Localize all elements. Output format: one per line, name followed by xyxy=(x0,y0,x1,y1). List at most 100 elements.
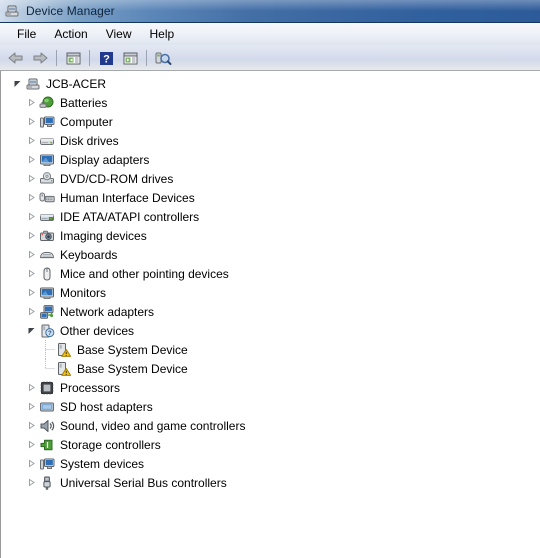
tree-item-imaging-devices[interactable]: Imaging devices xyxy=(1,226,540,245)
tree-item-label: Disk drives xyxy=(60,133,119,148)
chevron-collapsed-icon[interactable] xyxy=(23,169,39,188)
show-hide-console-tree-icon[interactable] xyxy=(61,47,85,69)
tree-item-dvd-cdrom-drives[interactable]: DVD/CD-ROM drives xyxy=(1,169,540,188)
display-adapter-icon xyxy=(39,152,55,168)
tree-item-label: Display adapters xyxy=(60,152,150,167)
tree-item-keyboards[interactable]: Keyboards xyxy=(1,245,540,264)
tree-item-label: Other devices xyxy=(60,323,135,338)
tree-connector xyxy=(45,340,56,359)
tree-item-sd-host-adapters[interactable]: SD host adapters xyxy=(1,397,540,416)
chevron-collapsed-icon[interactable] xyxy=(23,283,39,302)
tree-item-label: Keyboards xyxy=(60,247,118,262)
toolbar-separator xyxy=(146,49,147,66)
chevron-collapsed-icon[interactable] xyxy=(23,93,39,112)
tree-item-mice-and-other-pointing-devices[interactable]: Mice and other pointing devices xyxy=(1,264,540,283)
tree-item-label: Processors xyxy=(60,380,121,395)
tree-item-ide-ata-atapi-controllers[interactable]: IDE ATA/ATAPI controllers xyxy=(1,207,540,226)
tree-item-label: IDE ATA/ATAPI controllers xyxy=(60,209,200,224)
mouse-icon xyxy=(39,266,55,282)
sd-host-adapter-icon xyxy=(39,399,55,415)
menu-help[interactable]: Help xyxy=(141,25,184,43)
scan-hardware-changes-icon[interactable] xyxy=(151,47,175,69)
tree-item-batteries[interactable]: Batteries xyxy=(1,93,540,112)
storage-controller-icon xyxy=(39,437,55,453)
tree-item-human-interface-devices[interactable]: Human Interface Devices xyxy=(1,188,540,207)
chevron-collapsed-icon[interactable] xyxy=(23,473,39,492)
chevron-collapsed-icon[interactable] xyxy=(23,226,39,245)
chevron-collapsed-icon[interactable] xyxy=(23,150,39,169)
tree-item-processors[interactable]: Processors xyxy=(1,378,540,397)
properties-icon[interactable] xyxy=(118,47,142,69)
sound-controller-icon xyxy=(39,418,55,434)
usb-controller-icon xyxy=(39,475,55,491)
chevron-collapsed-icon[interactable] xyxy=(23,131,39,150)
tree-item-label: Computer xyxy=(60,114,113,129)
tree-item-disk-drives[interactable]: Disk drives xyxy=(1,131,540,150)
forward-arrow-icon[interactable] xyxy=(28,47,52,69)
tree-item-label: Human Interface Devices xyxy=(60,190,195,205)
menu-action[interactable]: Action xyxy=(45,25,96,43)
chevron-collapsed-icon[interactable] xyxy=(23,207,39,226)
tree-item-monitors[interactable]: Monitors xyxy=(1,283,540,302)
tree-item-label: Batteries xyxy=(60,95,108,110)
imaging-device-icon xyxy=(39,228,55,244)
unknown-device-warning-icon xyxy=(56,361,72,377)
toolbar-separator xyxy=(89,49,90,66)
dvd-drive-icon xyxy=(39,171,55,187)
tree-item-label: Universal Serial Bus controllers xyxy=(60,475,227,490)
system-device-icon xyxy=(39,456,55,472)
monitor-icon xyxy=(39,285,55,301)
tree-item-computer[interactable]: Computer xyxy=(1,112,540,131)
chevron-collapsed-icon[interactable] xyxy=(23,378,39,397)
tree-item-label: Base System Device xyxy=(77,342,188,357)
chevron-collapsed-icon[interactable] xyxy=(23,112,39,131)
menu-bar: File Action View Help xyxy=(0,23,540,45)
window-title: Device Manager xyxy=(26,4,115,18)
tree-item-label: JCB-ACER xyxy=(46,76,107,91)
battery-icon xyxy=(39,95,55,111)
toolbar: ? xyxy=(0,45,540,71)
chevron-collapsed-icon[interactable] xyxy=(23,188,39,207)
svg-text:?: ? xyxy=(103,53,110,65)
chevron-collapsed-icon[interactable] xyxy=(23,264,39,283)
chevron-collapsed-icon[interactable] xyxy=(23,397,39,416)
chevron-collapsed-icon[interactable] xyxy=(23,435,39,454)
tree-item-display-adapters[interactable]: Display adapters xyxy=(1,150,540,169)
chevron-expanded-icon[interactable] xyxy=(9,74,25,93)
tree-item-root[interactable]: JCB-ACER xyxy=(1,74,540,93)
keyboard-icon xyxy=(39,247,55,263)
network-adapter-icon xyxy=(39,304,55,320)
unknown-device-warning-icon xyxy=(56,342,72,358)
tree-connector xyxy=(45,359,56,378)
computer-root-icon xyxy=(25,76,41,92)
tree-item-label: System devices xyxy=(60,456,145,471)
chevron-collapsed-icon[interactable] xyxy=(23,454,39,473)
ide-controller-icon xyxy=(39,209,55,225)
menu-view[interactable]: View xyxy=(97,25,141,43)
tree-item-storage-controllers[interactable]: Storage controllers xyxy=(1,435,540,454)
unknown-device-icon: ? xyxy=(39,323,55,339)
menu-file[interactable]: File xyxy=(8,25,45,43)
tree-item-network-adapters[interactable]: Network adapters xyxy=(1,302,540,321)
back-arrow-icon[interactable] xyxy=(4,47,28,69)
computer-icon xyxy=(39,114,55,130)
tree-item-label: Base System Device xyxy=(77,361,188,376)
chevron-collapsed-icon[interactable] xyxy=(23,416,39,435)
chevron-collapsed-icon[interactable] xyxy=(23,245,39,264)
tree-item-base-system-device[interactable]: Base System Device xyxy=(1,359,540,378)
tree-item-label: Monitors xyxy=(60,285,107,300)
tree-item-system-devices[interactable]: System devices xyxy=(1,454,540,473)
tree-item-label: Storage controllers xyxy=(60,437,161,452)
tree-item-sound-video-and-game-controllers[interactable]: Sound, video and game controllers xyxy=(1,416,540,435)
title-bar: Device Manager xyxy=(0,0,540,23)
device-manager-icon xyxy=(4,3,20,19)
help-icon[interactable]: ? xyxy=(94,47,118,69)
tree-item-other-devices[interactable]: ? Other devices xyxy=(1,321,540,340)
tree-item-base-system-device[interactable]: Base System Device xyxy=(1,340,540,359)
device-tree[interactable]: JCB-ACER Batteries Computer Disk drives … xyxy=(0,71,540,558)
tree-item-universal-serial-bus-controllers[interactable]: Universal Serial Bus controllers xyxy=(1,473,540,492)
device-manager-window: Device Manager File Action View Help ? J… xyxy=(0,0,540,558)
chevron-expanded-icon[interactable] xyxy=(23,321,39,340)
chevron-collapsed-icon[interactable] xyxy=(23,302,39,321)
processor-icon xyxy=(39,380,55,396)
